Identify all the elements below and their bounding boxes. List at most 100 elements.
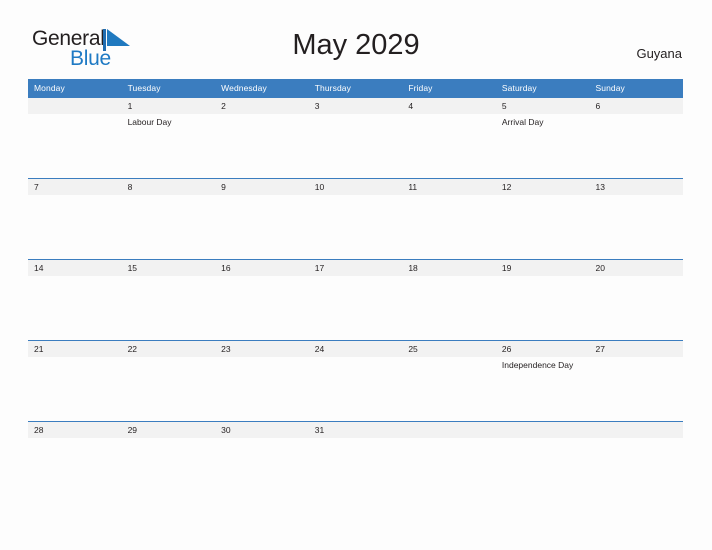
day-cell[interactable] bbox=[309, 357, 403, 421]
week-event-area bbox=[28, 276, 683, 340]
day-number[interactable]: 22 bbox=[122, 341, 216, 357]
day-number[interactable]: 28 bbox=[28, 422, 122, 438]
day-event-label: Arrival Day bbox=[501, 117, 544, 127]
week-date-band: 14 15 16 17 18 19 20 bbox=[28, 260, 683, 276]
day-cell[interactable]: Arrival Day bbox=[496, 114, 590, 178]
day-number[interactable]: 4 bbox=[402, 98, 496, 114]
day-cell[interactable] bbox=[215, 438, 309, 502]
day-number[interactable]: 3 bbox=[309, 98, 403, 114]
day-number[interactable]: 14 bbox=[28, 260, 122, 276]
region-label: Guyana bbox=[636, 46, 682, 61]
day-cell[interactable] bbox=[215, 114, 309, 178]
week-row: 7 8 9 10 11 12 13 bbox=[28, 178, 683, 259]
day-cell[interactable] bbox=[122, 195, 216, 259]
day-cell[interactable] bbox=[28, 276, 122, 340]
day-cell[interactable] bbox=[402, 114, 496, 178]
day-number[interactable]: 8 bbox=[122, 179, 216, 195]
day-number[interactable]: 25 bbox=[402, 341, 496, 357]
day-cell[interactable] bbox=[215, 195, 309, 259]
day-cell[interactable] bbox=[122, 438, 216, 502]
weekday-header-thursday: Thursday bbox=[314, 83, 351, 93]
day-cell[interactable] bbox=[122, 276, 216, 340]
weekday-header-saturday: Saturday bbox=[501, 83, 537, 93]
day-number[interactable]: 12 bbox=[496, 179, 590, 195]
day-number[interactable]: 9 bbox=[215, 179, 309, 195]
day-number[interactable] bbox=[589, 422, 683, 438]
day-number[interactable]: 20 bbox=[589, 260, 683, 276]
day-number[interactable]: 29 bbox=[122, 422, 216, 438]
day-number[interactable]: 15 bbox=[122, 260, 216, 276]
day-number[interactable] bbox=[496, 422, 590, 438]
week-event-area: Labour Day Arrival Day bbox=[28, 114, 683, 178]
day-cell[interactable] bbox=[589, 276, 683, 340]
day-number[interactable]: 21 bbox=[28, 341, 122, 357]
day-cell[interactable]: Labour Day bbox=[122, 114, 216, 178]
week-event-area bbox=[28, 438, 683, 502]
day-cell[interactable] bbox=[402, 438, 496, 502]
week-row: 28 29 30 31 bbox=[28, 421, 683, 502]
week-date-band: 1 2 3 4 5 6 bbox=[28, 98, 683, 114]
week-row: 1 2 3 4 5 6 Labour Day Arrival Day bbox=[28, 97, 683, 178]
weekday-header-monday: Monday bbox=[34, 83, 65, 93]
day-number[interactable]: 17 bbox=[309, 260, 403, 276]
day-cell[interactable] bbox=[122, 357, 216, 421]
weekday-header-row: Monday Tuesday Wednesday Thursday Friday… bbox=[28, 79, 683, 97]
week-row: 14 15 16 17 18 19 20 bbox=[28, 259, 683, 340]
day-number[interactable]: 26 bbox=[496, 341, 590, 357]
day-cell[interactable] bbox=[589, 114, 683, 178]
day-number[interactable]: 13 bbox=[589, 179, 683, 195]
day-cell[interactable] bbox=[589, 195, 683, 259]
day-cell[interactable] bbox=[309, 438, 403, 502]
day-number[interactable]: 16 bbox=[215, 260, 309, 276]
day-number[interactable]: 10 bbox=[309, 179, 403, 195]
day-number[interactable]: 2 bbox=[215, 98, 309, 114]
day-number[interactable] bbox=[402, 422, 496, 438]
weekday-header-tuesday: Tuesday bbox=[127, 83, 161, 93]
weekday-header-sunday: Sunday bbox=[595, 83, 625, 93]
day-cell[interactable] bbox=[28, 114, 122, 178]
day-number[interactable]: 18 bbox=[402, 260, 496, 276]
day-number[interactable]: 1 bbox=[122, 98, 216, 114]
day-number[interactable]: 23 bbox=[215, 341, 309, 357]
day-cell[interactable]: Independence Day bbox=[496, 357, 590, 421]
week-date-band: 28 29 30 31 bbox=[28, 422, 683, 438]
calendar-grid: Monday Tuesday Wednesday Thursday Friday… bbox=[28, 79, 683, 502]
day-cell[interactable] bbox=[496, 438, 590, 502]
day-number[interactable]: 5 bbox=[496, 98, 590, 114]
day-cell[interactable] bbox=[309, 195, 403, 259]
day-cell[interactable] bbox=[215, 357, 309, 421]
day-cell[interactable] bbox=[402, 276, 496, 340]
day-cell[interactable] bbox=[496, 276, 590, 340]
day-cell[interactable] bbox=[402, 195, 496, 259]
week-event-area bbox=[28, 195, 683, 259]
day-number[interactable]: 24 bbox=[309, 341, 403, 357]
day-event-label: Independence Day bbox=[501, 360, 574, 370]
day-cell[interactable] bbox=[589, 438, 683, 502]
day-number[interactable]: 27 bbox=[589, 341, 683, 357]
day-number[interactable]: 19 bbox=[496, 260, 590, 276]
calendar-page: General Blue May 2029 Guyana Monday Tues… bbox=[0, 0, 712, 550]
day-cell[interactable] bbox=[28, 357, 122, 421]
day-cell[interactable] bbox=[589, 357, 683, 421]
week-date-band: 7 8 9 10 11 12 13 bbox=[28, 179, 683, 195]
day-cell[interactable] bbox=[28, 438, 122, 502]
day-cell[interactable] bbox=[28, 195, 122, 259]
day-cell[interactable] bbox=[215, 276, 309, 340]
weekday-header-wednesday: Wednesday bbox=[221, 83, 267, 93]
page-title: May 2029 bbox=[292, 29, 420, 61]
day-number[interactable]: 31 bbox=[309, 422, 403, 438]
day-cell[interactable] bbox=[496, 195, 590, 259]
day-cell[interactable] bbox=[402, 357, 496, 421]
week-event-area: Independence Day bbox=[28, 357, 683, 421]
day-event-label: Labour Day bbox=[127, 117, 172, 127]
day-number[interactable] bbox=[28, 98, 122, 114]
day-number[interactable]: 11 bbox=[402, 179, 496, 195]
day-cell[interactable] bbox=[309, 276, 403, 340]
day-cell[interactable] bbox=[309, 114, 403, 178]
week-row: 21 22 23 24 25 26 27 Independence Day bbox=[28, 340, 683, 421]
weekday-header-friday: Friday bbox=[408, 83, 433, 93]
week-date-band: 21 22 23 24 25 26 27 bbox=[28, 341, 683, 357]
day-number[interactable]: 30 bbox=[215, 422, 309, 438]
day-number[interactable]: 7 bbox=[28, 179, 122, 195]
day-number[interactable]: 6 bbox=[589, 98, 683, 114]
